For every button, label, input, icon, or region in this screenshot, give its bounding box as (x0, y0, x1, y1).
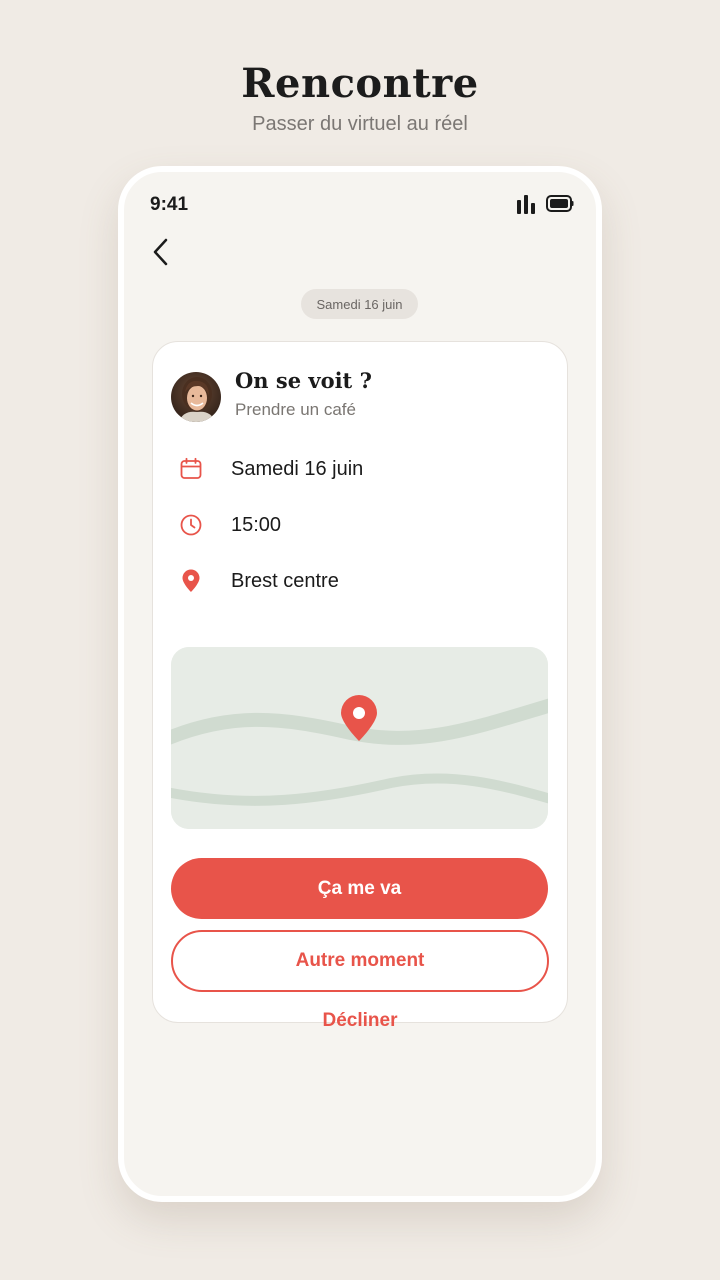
detail-label-date: Samedi 16 juin (231, 457, 364, 480)
back-button[interactable] (146, 234, 176, 274)
location-pin-icon (177, 567, 205, 595)
clock-icon (177, 511, 205, 539)
detail-row-date: Samedi 16 juin (177, 454, 363, 484)
page-title: Rencontre (241, 60, 479, 107)
phone-frame: 9:41 Samedi 16 juin On se voit ? Prendre… (118, 166, 602, 1202)
signal-icon (516, 194, 540, 219)
card-subtitle: Prendre un café (235, 400, 356, 419)
page-subtitle: Passer du virtuel au réel (252, 113, 468, 135)
detail-row-location: Brest centre (177, 566, 339, 596)
accept-button[interactable]: Ça me va (171, 858, 548, 919)
map-preview[interactable] (171, 647, 548, 829)
card-title: On se voit ? (235, 368, 372, 393)
meeting-card: On se voit ? Prendre un café Samedi 16 j… (152, 341, 568, 1023)
status-icons (516, 194, 574, 219)
detail-label-time: 15:00 (231, 513, 282, 536)
calendar-icon (177, 455, 205, 483)
reschedule-button[interactable]: Autre moment (171, 930, 549, 992)
detail-row-time: 15:00 (177, 510, 281, 540)
chevron-left-icon (152, 237, 170, 272)
detail-label-location: Brest centre (231, 569, 339, 592)
decline-button[interactable]: Décliner (124, 1010, 596, 1032)
date-chip: Samedi 16 juin (301, 289, 418, 319)
battery-icon (546, 195, 574, 218)
status-time: 9:41 (150, 194, 189, 215)
avatar (171, 372, 221, 422)
